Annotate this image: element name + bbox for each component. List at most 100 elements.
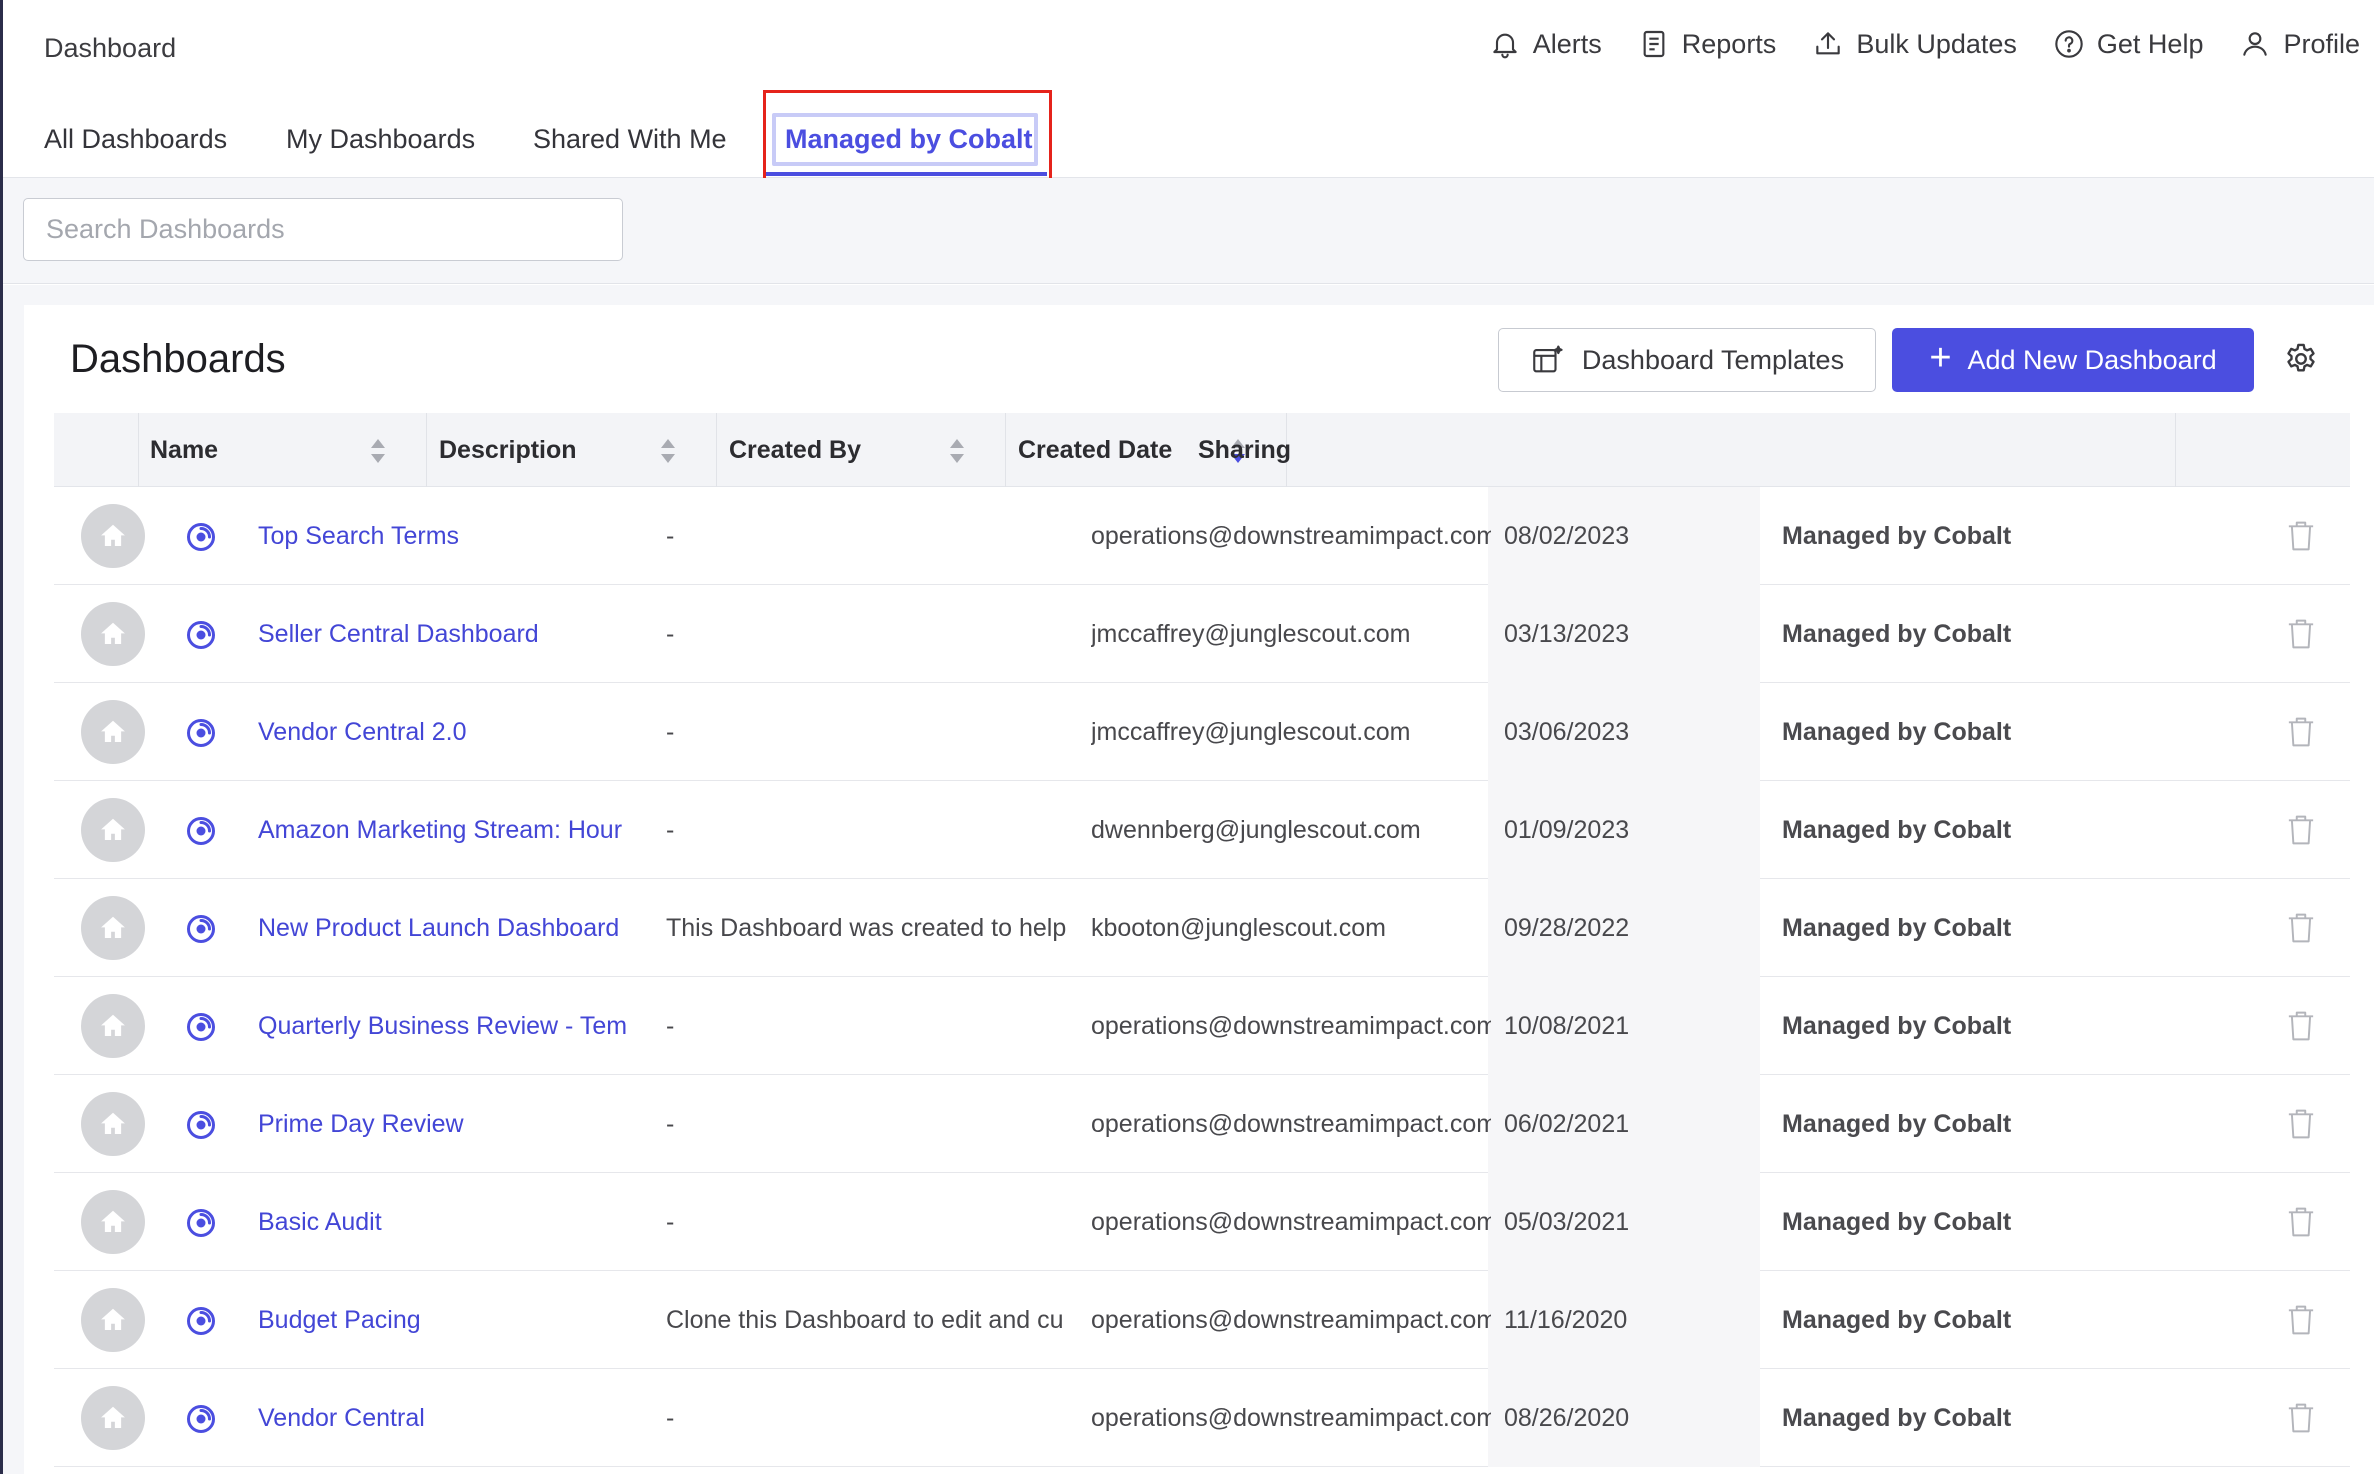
- template-sparkle-icon: [1533, 345, 1563, 373]
- profile-label: Profile: [2283, 28, 2360, 59]
- home-icon: [101, 524, 125, 546]
- user-icon: [2243, 32, 2268, 56]
- table-row[interactable]: Quarterly Business Review - Tem - operat…: [54, 977, 2350, 1075]
- trash-icon[interactable]: [2286, 1107, 2316, 1141]
- card-title: Dashboards: [70, 337, 286, 381]
- trash-icon[interactable]: [2286, 813, 2316, 847]
- reports-button[interactable]: Reports: [1638, 28, 1776, 60]
- home-avatar[interactable]: [81, 798, 145, 862]
- search-input[interactable]: [23, 198, 623, 261]
- bulk-updates-button[interactable]: Bulk Updates: [1812, 28, 2017, 60]
- home-avatar[interactable]: [81, 700, 145, 764]
- column-header-created-by[interactable]: Created By: [729, 413, 861, 487]
- created-by: operations@downstreamimpact.com: [1091, 521, 1491, 550]
- created-by: jmccaffrey@junglescout.com: [1091, 619, 1411, 648]
- table-row[interactable]: Prime Day Review - operations@downstream…: [54, 1075, 2350, 1173]
- created-by: dwennberg@junglescout.com: [1091, 815, 1421, 844]
- table-row[interactable]: Vendor Central - operations@downstreamim…: [54, 1369, 2350, 1467]
- home-avatar[interactable]: [81, 994, 145, 1058]
- column-divider: [716, 413, 717, 487]
- trash-icon[interactable]: [2286, 519, 2316, 553]
- created-by: operations@downstreamimpact.com: [1091, 1109, 1491, 1138]
- help-circle-icon: [2055, 30, 2083, 58]
- dashboard-name-link[interactable]: Amazon Marketing Stream: Hour: [258, 781, 650, 879]
- cobalt-logo-icon: [187, 1013, 215, 1041]
- column-header-description[interactable]: Description: [439, 413, 577, 487]
- tab-shared-with-me[interactable]: Shared With Me: [533, 124, 727, 155]
- dashboard-name-link[interactable]: Prime Day Review: [258, 1075, 650, 1173]
- created-date: 05/03/2021: [1504, 1207, 1630, 1236]
- dashboard-name-link[interactable]: Vendor Central 2.0: [258, 683, 650, 781]
- table-row[interactable]: Budget Pacing Clone this Dashboard to ed…: [54, 1271, 2350, 1369]
- get-help-button[interactable]: Get Help: [2053, 28, 2204, 60]
- dashboard-name-link[interactable]: Top Search Terms: [258, 487, 650, 585]
- dashboard-description: -: [666, 521, 675, 550]
- created-by: operations@downstreamimpact.com: [1091, 1011, 1491, 1040]
- sort-arrows-icon[interactable]: [368, 436, 388, 466]
- dashboard-name-link[interactable]: Budget Pacing: [258, 1271, 650, 1369]
- column-divider: [426, 413, 427, 487]
- table-row[interactable]: Basic Audit - operations@downstreamimpac…: [54, 1173, 2350, 1271]
- home-icon: [101, 720, 125, 742]
- home-avatar[interactable]: [81, 1092, 145, 1156]
- table-row[interactable]: Top Search Terms - operations@downstream…: [54, 487, 2350, 585]
- home-avatar[interactable]: [81, 602, 145, 666]
- gear-icon[interactable]: [2282, 341, 2320, 379]
- table-row[interactable]: New Product Launch Dashboard This Dashbo…: [54, 879, 2350, 977]
- alerts-button[interactable]: Alerts: [1489, 28, 1602, 60]
- cobalt-logo-icon: [187, 1405, 215, 1433]
- home-avatar[interactable]: [81, 1386, 145, 1450]
- trash-icon[interactable]: [2286, 1205, 2316, 1239]
- sharing-status: Managed by Cobalt: [1782, 913, 2012, 942]
- column-divider: [2175, 413, 2176, 487]
- dashboard-templates-button[interactable]: Dashboard Templates: [1498, 328, 1876, 392]
- dashboard-name-link[interactable]: Seller Central Dashboard: [258, 585, 650, 683]
- column-header-sharing[interactable]: Sharing: [1198, 413, 1291, 487]
- dashboard-templates-label: Dashboard Templates: [1581, 344, 1845, 375]
- home-avatar[interactable]: [81, 1288, 145, 1352]
- sharing-status: Managed by Cobalt: [1782, 1109, 2012, 1138]
- created-date: 11/16/2020: [1504, 1305, 1628, 1334]
- table-body: Top Search Terms - operations@downstream…: [54, 487, 2350, 1467]
- created-date: 08/02/2023: [1504, 521, 1630, 550]
- trash-icon[interactable]: [2286, 1303, 2316, 1337]
- dashboard-name-link[interactable]: Basic Audit: [258, 1173, 650, 1271]
- created-date: 06/02/2021: [1504, 1109, 1630, 1138]
- table-row[interactable]: Amazon Marketing Stream: Hour - dwennber…: [54, 781, 2350, 879]
- cobalt-logo-icon: [187, 621, 215, 649]
- tab-my-dashboards[interactable]: My Dashboards: [286, 124, 475, 155]
- bulk-updates-label: Bulk Updates: [1856, 28, 2017, 59]
- cobalt-logo-icon: [187, 1111, 215, 1139]
- home-avatar[interactable]: [81, 504, 145, 568]
- column-header-created-date[interactable]: Created Date: [1018, 413, 1172, 487]
- table-row[interactable]: Vendor Central 2.0 - jmccaffrey@junglesc…: [54, 683, 2350, 781]
- dashboard-description: -: [666, 1011, 675, 1040]
- sort-arrows-icon[interactable]: [658, 436, 678, 466]
- add-new-dashboard-button[interactable]: + Add New Dashboard: [1892, 328, 2254, 392]
- trash-icon[interactable]: [2286, 715, 2316, 749]
- dashboard-name-link[interactable]: Quarterly Business Review - Tem: [258, 977, 650, 1075]
- home-icon: [101, 1014, 125, 1036]
- sharing-status: Managed by Cobalt: [1782, 1207, 2012, 1236]
- column-header-name[interactable]: Name: [150, 413, 218, 487]
- sharing-status: Managed by Cobalt: [1782, 815, 2012, 844]
- tab-all-dashboards[interactable]: All Dashboards: [44, 124, 227, 155]
- dashboard-description: Clone this Dashboard to edit and cu: [666, 1305, 1064, 1334]
- sort-arrows-icon[interactable]: [947, 436, 967, 466]
- trash-icon[interactable]: [2286, 911, 2316, 945]
- trash-icon[interactable]: [2286, 1009, 2316, 1043]
- sharing-status: Managed by Cobalt: [1782, 1305, 2012, 1334]
- home-icon: [101, 1210, 125, 1232]
- home-avatar[interactable]: [81, 896, 145, 960]
- dashboard-name-link[interactable]: Vendor Central: [258, 1369, 650, 1467]
- get-help-label: Get Help: [2096, 28, 2204, 59]
- profile-button[interactable]: Profile: [2239, 28, 2360, 60]
- dashboard-name-link[interactable]: New Product Launch Dashboard: [258, 879, 650, 977]
- trash-icon[interactable]: [2286, 617, 2316, 651]
- home-icon: [101, 1308, 125, 1330]
- table-row[interactable]: Seller Central Dashboard - jmccaffrey@ju…: [54, 585, 2350, 683]
- cobalt-logo-icon: [187, 915, 215, 943]
- home-avatar[interactable]: [81, 1190, 145, 1254]
- dashboards-table: Name Description Created By Created Date…: [54, 413, 2350, 1467]
- trash-icon[interactable]: [2286, 1401, 2316, 1435]
